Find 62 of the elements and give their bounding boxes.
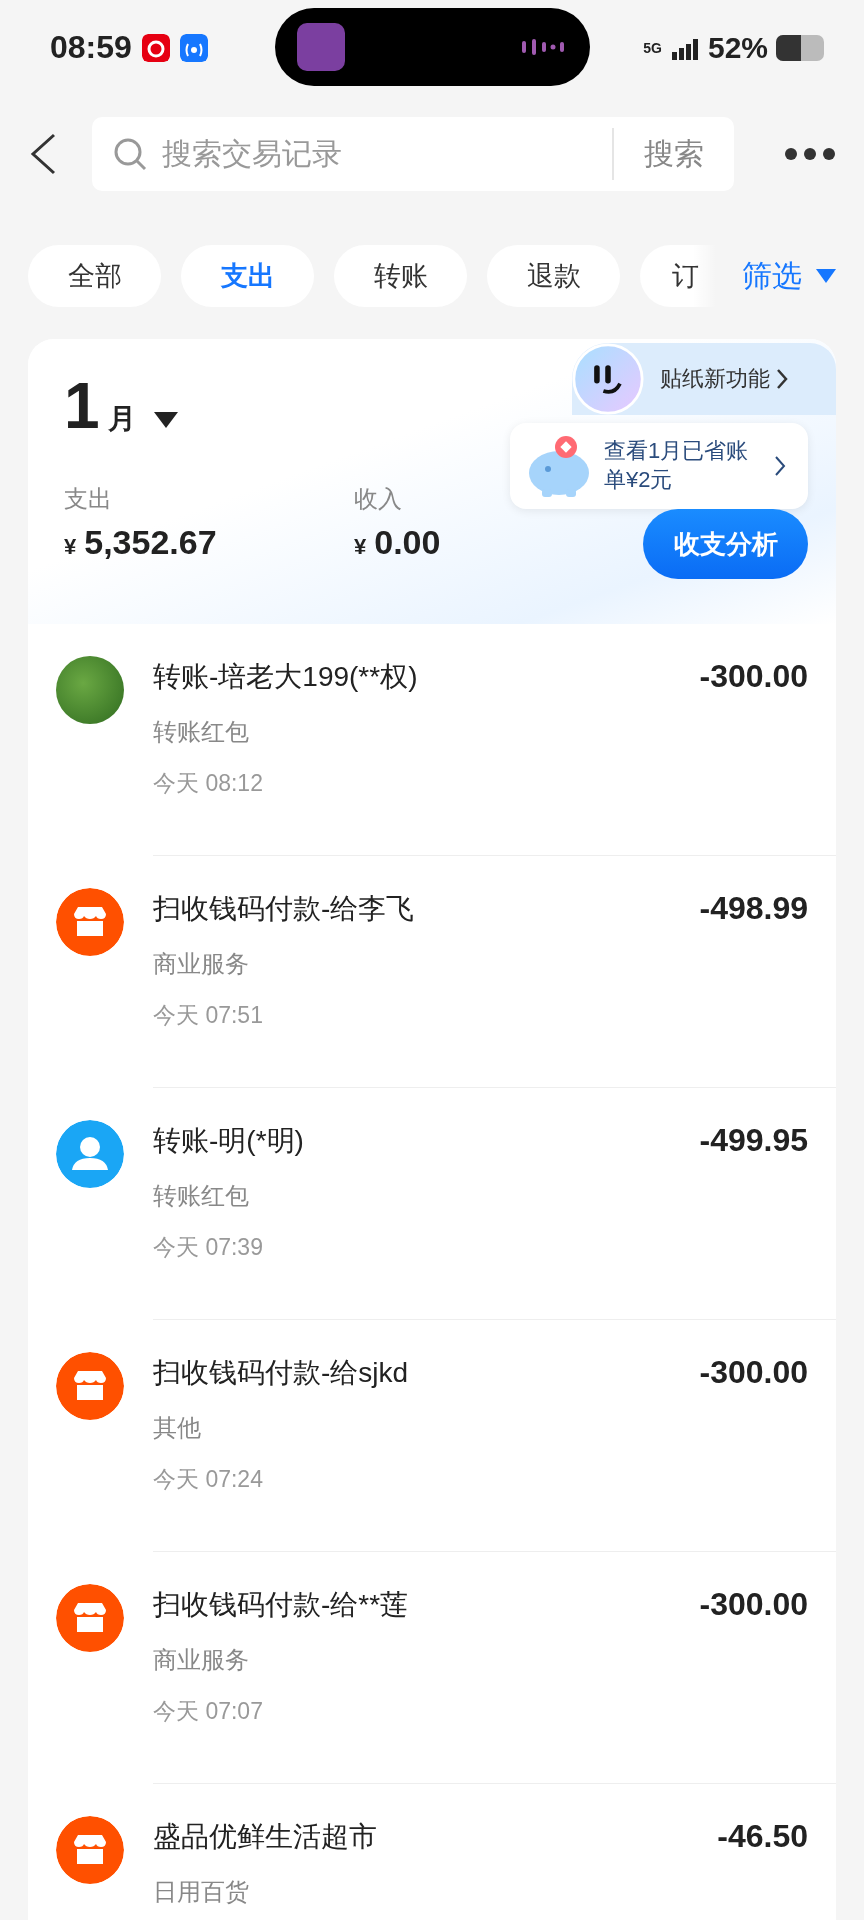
transaction-amount: -498.99: [699, 890, 808, 928]
back-icon[interactable]: [28, 132, 58, 176]
transaction-title[interactable]: 转账-明(*明): [153, 1122, 700, 1160]
dropdown-triangle-icon: [816, 269, 836, 283]
battery-icon: [776, 34, 824, 61]
music-app-icon[interactable]: [297, 23, 345, 71]
search-icon: [112, 136, 148, 172]
chevron-right-icon: [774, 455, 786, 477]
transaction-amount: -300.00: [699, 1354, 808, 1392]
savings-tip-card[interactable]: 查看1月已省账单¥2元: [510, 423, 808, 509]
transaction-time: 今天 07:39: [153, 1233, 264, 1262]
income-amount: 0.00: [374, 523, 441, 562]
transaction-title[interactable]: 扫收钱码付款-给李飞: [153, 890, 700, 928]
chevron-right-icon: [776, 368, 788, 390]
broadcast-icon: [179, 33, 208, 62]
transaction-time: 今天 07:24: [153, 1465, 264, 1494]
shop-icon: [56, 1584, 124, 1652]
transaction-title[interactable]: 扫收钱码付款-给sjkd: [153, 1354, 700, 1392]
month-unit[interactable]: 月: [107, 400, 136, 438]
filter-tab[interactable]: 全部: [28, 245, 161, 307]
month-number[interactable]: 1: [64, 369, 100, 443]
transaction-category: 商业服务: [153, 949, 250, 979]
transaction-category: 其他: [153, 1413, 202, 1443]
person-icon: [56, 1120, 124, 1188]
transaction-time: 今天 07:51: [153, 1001, 264, 1030]
transaction-title[interactable]: 扫收钱码付款-给**莲: [153, 1586, 700, 1624]
currency-symbol: ¥: [64, 534, 77, 560]
shop-icon: [56, 888, 124, 956]
smiley-sticker-icon: [572, 343, 644, 415]
shop-icon: [56, 1816, 124, 1884]
filter-tab[interactable]: 转账: [334, 245, 467, 307]
savings-tip-text: 查看1月已省账单¥2元: [604, 437, 750, 494]
transaction-amount: -300.00: [699, 658, 808, 696]
transaction-category: 商业服务: [153, 1645, 250, 1675]
battery-percent: 52%: [707, 30, 768, 65]
income-label: 收入: [354, 484, 403, 514]
search-button[interactable]: 搜索: [614, 133, 734, 175]
transaction-amount: -499.95: [699, 1122, 808, 1160]
sticker-promo-link[interactable]: 贴纸新功能: [572, 343, 836, 415]
more-icon[interactable]: [784, 147, 836, 161]
clock: 08:59: [50, 29, 132, 66]
transaction-time: 今天 07:07: [153, 1697, 264, 1726]
transaction-amount: -46.50: [717, 1818, 808, 1856]
transaction-amount: -300.00: [699, 1586, 808, 1624]
transaction-category: 转账红包: [153, 717, 250, 747]
app-notification-icon: [141, 33, 170, 62]
expense-amount: 5,352.67: [84, 523, 217, 562]
dropdown-triangle-icon[interactable]: [153, 412, 178, 428]
transaction-category: 日用百货: [153, 1877, 250, 1907]
currency-symbol: ¥: [354, 534, 367, 560]
filter-tab[interactable]: 支出: [181, 245, 314, 307]
transaction-title[interactable]: 盛品优鲜生活超市: [153, 1818, 718, 1856]
analysis-button[interactable]: 收支分析: [643, 509, 808, 579]
shop-icon: [56, 1352, 124, 1420]
network-type: 5G: [643, 39, 662, 56]
transaction-title[interactable]: 转账-培老大199(**权): [153, 658, 700, 696]
filter-tab[interactable]: 退款: [487, 245, 620, 307]
transaction-time: 今天 08:12: [153, 769, 264, 798]
transaction-category: 转账红包: [153, 1181, 250, 1211]
expense-label: 支出: [64, 484, 113, 514]
search-field[interactable]: 搜索交易记录 搜索: [92, 117, 734, 191]
filter-button[interactable]: 筛选: [736, 245, 836, 307]
